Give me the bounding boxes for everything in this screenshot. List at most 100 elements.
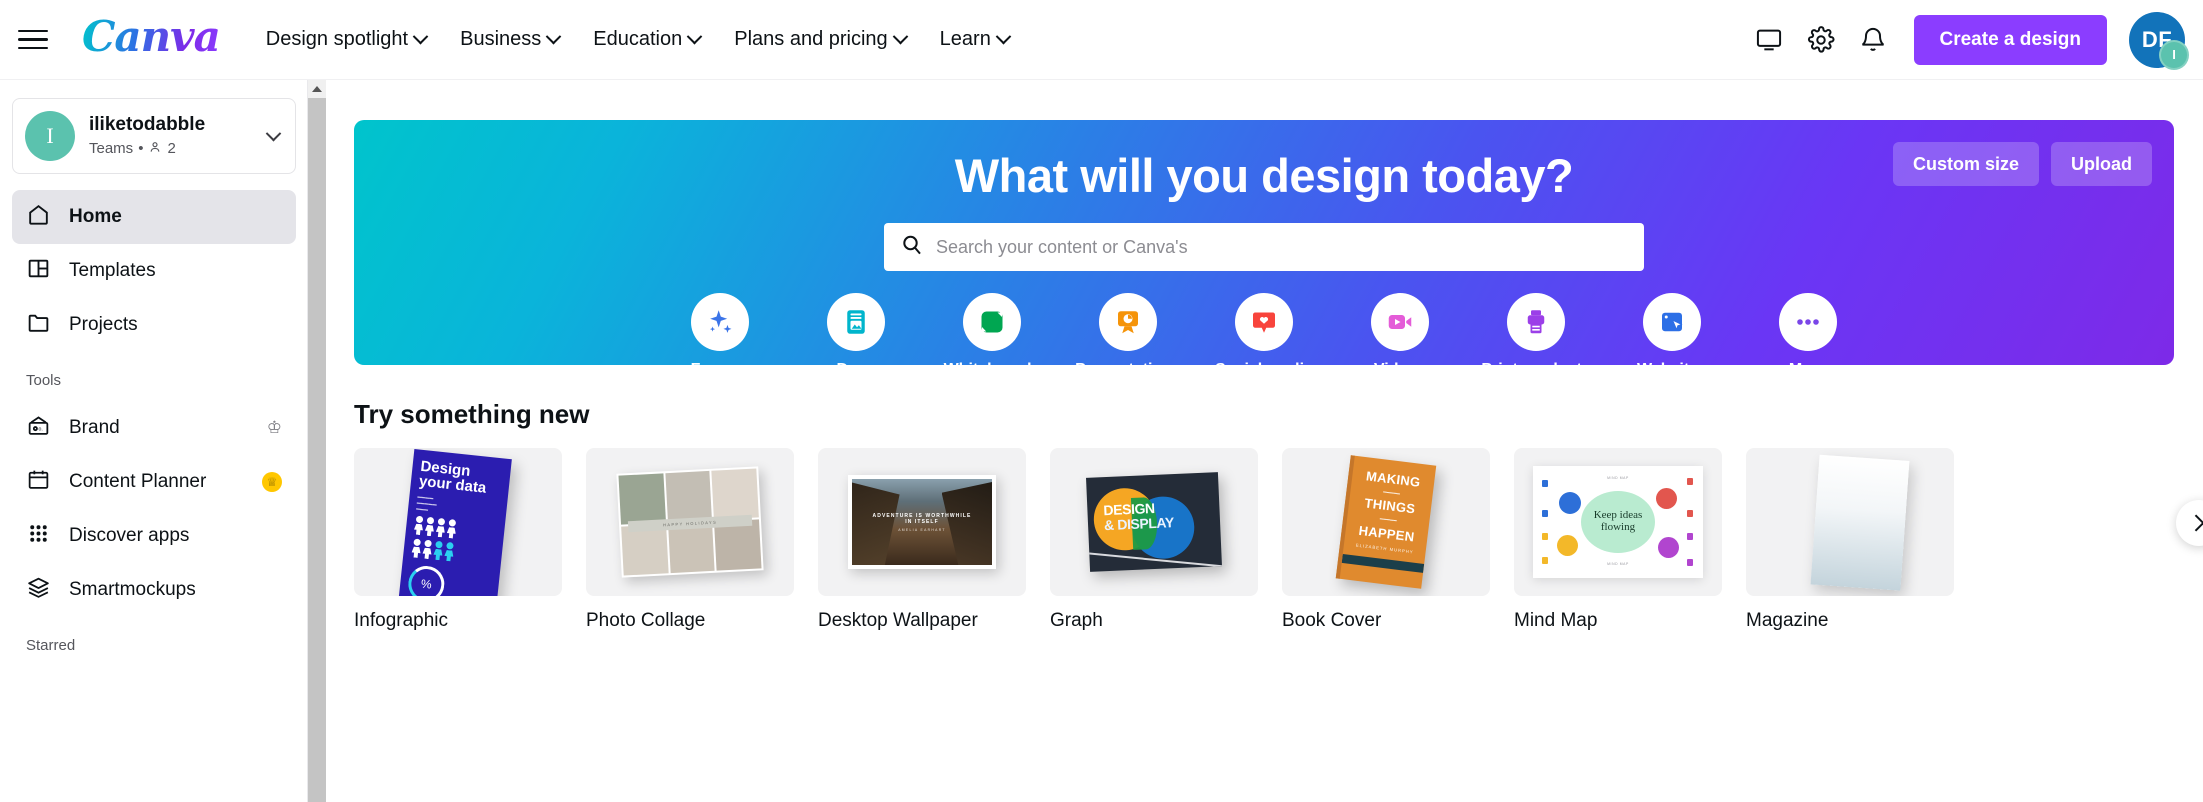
sidebar-item-templates[interactable]: Templates	[12, 244, 296, 298]
sparkles-icon	[691, 293, 749, 351]
card-thumbnail[interactable]: MIND MAP Keep ideas flowing MIND MAP	[1514, 448, 1722, 596]
mindmap-marker-7	[1687, 533, 1693, 540]
search-icon	[900, 233, 924, 262]
chevron-down-icon	[545, 28, 562, 45]
doc-icon	[827, 293, 885, 351]
mindmap-artwork: MIND MAP Keep ideas flowing MIND MAP	[1533, 466, 1703, 578]
upload-button[interactable]: Upload	[2051, 142, 2152, 186]
search-input[interactable]	[936, 236, 1628, 258]
card-photo-collage[interactable]: HAPPY HOLIDAYS Photo Collage	[586, 448, 794, 632]
sidebar-scrollbar[interactable]	[308, 80, 326, 802]
display-icon[interactable]	[1746, 17, 1792, 63]
card-mind-map[interactable]: MIND MAP Keep ideas flowing MIND MAP Min…	[1514, 448, 1722, 632]
card-infographic[interactable]: Design your data ▬▬▬▬ ▬▬▬▬▬ ▬▬▬ % Infogr…	[354, 448, 562, 632]
card-thumbnail[interactable]: Design your data ▬▬▬▬ ▬▬▬▬▬ ▬▬▬ %	[354, 448, 562, 596]
sidebar-label: Content Planner	[69, 471, 207, 492]
mindmap-center-node: Keep ideas flowing	[1581, 491, 1655, 553]
chevron-down-icon	[892, 28, 908, 45]
avatar[interactable]: DF I	[2129, 11, 2189, 70]
try-something-new-title: Try something new	[354, 399, 590, 429]
sidebar-section-tools: Tools	[26, 372, 62, 389]
main-content: Custom size Upload What will you design …	[326, 80, 2203, 802]
people-pictogram-2	[411, 538, 495, 565]
category-presentations[interactable]: Presentations	[1075, 293, 1181, 379]
card-desktop-wallpaper[interactable]: ADVENTURE IS WORTHWHILE IN ITSELF AMELIA…	[818, 448, 1026, 632]
card-label: Graph	[1050, 610, 1103, 631]
nav-design-spotlight[interactable]: Design spotlight	[266, 28, 429, 51]
grid-apps-icon	[26, 521, 51, 552]
card-thumbnail[interactable]: MAKING ▬▬▬▬▬ THINGS ▬▬▬▬▬ HAPPEN ELIZABE…	[1282, 448, 1490, 596]
sidebar-label: Projects	[69, 314, 138, 335]
nav-label: Business	[460, 28, 542, 50]
sidebar-section-starred: Starred	[26, 637, 76, 654]
gear-icon[interactable]	[1798, 17, 1844, 63]
carousel-next-button[interactable]	[2176, 500, 2203, 546]
video-icon	[1371, 293, 1429, 351]
category-for-you[interactable]: For you	[672, 293, 768, 379]
nav-plans-and-pricing[interactable]: Plans and pricing	[734, 28, 908, 51]
calendar-icon	[26, 467, 51, 498]
collage-artwork: HAPPY HOLIDAYS	[616, 466, 764, 578]
hero-banner: Custom size Upload What will you design …	[354, 120, 2174, 406]
team-separator: •	[138, 140, 144, 158]
card-thumbnail[interactable]	[1746, 448, 1954, 596]
nav-business[interactable]: Business	[460, 28, 562, 51]
artwork-author: ELIZABETH MURPHY	[1355, 543, 1414, 556]
sidebar-tools: o. Brand ♔ Content Planner ♕ Discover ap…	[0, 395, 308, 617]
sidebar-label: Brand	[69, 417, 120, 438]
category-label: Websites	[1637, 361, 1707, 378]
sidebar-item-projects[interactable]: Projects	[12, 298, 296, 352]
sidebar-item-content-planner[interactable]: Content Planner ♕	[12, 455, 296, 509]
card-label: Mind Map	[1514, 610, 1598, 631]
sidebar-item-brand[interactable]: o. Brand ♔	[12, 401, 296, 455]
create-a-design-button[interactable]: Create a design	[1913, 14, 2107, 65]
search-box[interactable]	[884, 223, 1644, 271]
members-icon	[148, 140, 162, 158]
sidebar-item-discover-apps[interactable]: Discover apps	[12, 509, 296, 563]
team-info: iliketodabble Teams • 2	[89, 114, 268, 158]
whiteboard-icon	[963, 293, 1021, 351]
mindmap-marker-3	[1687, 478, 1693, 485]
avatar-team-badge: I	[2159, 39, 2189, 70]
ellipsis-icon	[1779, 293, 1837, 351]
card-book-cover[interactable]: MAKING ▬▬▬▬▬ THINGS ▬▬▬▬▬ HAPPEN ELIZABE…	[1282, 448, 1490, 632]
artwork-center-2: flowing	[1600, 521, 1636, 533]
try-something-new-carousel: Design your data ▬▬▬▬ ▬▬▬▬▬ ▬▬▬ % Infogr…	[354, 448, 2203, 632]
wallpaper-artwork: ADVENTURE IS WORTHWHILE IN ITSELF AMELIA…	[848, 475, 996, 569]
artwork-line-2: & DISPLAY	[1103, 513, 1175, 533]
custom-size-button[interactable]: Custom size	[1892, 142, 2039, 186]
hero-actions: Custom size Upload	[1892, 142, 2152, 186]
category-websites[interactable]: Websites	[1624, 293, 1720, 379]
team-subtitle: Teams • 2	[89, 140, 268, 158]
card-label: Infographic	[354, 610, 449, 631]
hamburger-icon[interactable]	[18, 28, 52, 52]
team-switcher[interactable]: I iliketodabble Teams • 2	[12, 98, 296, 174]
card-label: Magazine	[1746, 610, 1829, 631]
canva-logo[interactable]: Canva	[82, 15, 221, 64]
bell-icon[interactable]	[1850, 17, 1896, 63]
heart-bubble-icon	[1235, 293, 1293, 351]
selected-category-pointer	[1795, 392, 1821, 406]
website-cursor-icon	[1643, 293, 1701, 351]
category-docs[interactable]: Docs	[808, 293, 904, 379]
category-print-products[interactable]: Print products	[1481, 293, 1591, 379]
nav-learn[interactable]: Learn	[940, 28, 1012, 51]
category-whiteboards[interactable]: Whiteboards	[944, 293, 1040, 379]
card-graph[interactable]: DESIGN & DISPLAY Graph	[1050, 448, 1258, 632]
card-thumbnail[interactable]: DESIGN & DISPLAY	[1050, 448, 1258, 596]
nav-education[interactable]: Education	[593, 28, 703, 51]
sidebar-nav: Home Templates Projects	[0, 184, 308, 352]
card-magazine[interactable]: Magazine	[1746, 448, 1954, 632]
sidebar-item-home[interactable]: Home	[12, 190, 296, 244]
scroll-up-arrow-icon[interactable]	[308, 80, 326, 98]
hero-search-wrap	[354, 223, 2174, 271]
card-thumbnail[interactable]: HAPPY HOLIDAYS	[586, 448, 794, 596]
svg-text:o.: o.	[39, 426, 43, 432]
category-videos[interactable]: Videos	[1352, 293, 1448, 379]
category-social-media[interactable]: Social media	[1215, 293, 1313, 379]
mindmap-node-red	[1656, 488, 1677, 509]
card-thumbnail[interactable]: ADVENTURE IS WORTHWHILE IN ITSELF AMELIA…	[818, 448, 1026, 596]
sidebar-item-smartmockups[interactable]: Smartmockups	[12, 563, 296, 617]
category-more[interactable]: More	[1760, 293, 1856, 406]
crown-icon: ♔	[266, 418, 282, 437]
